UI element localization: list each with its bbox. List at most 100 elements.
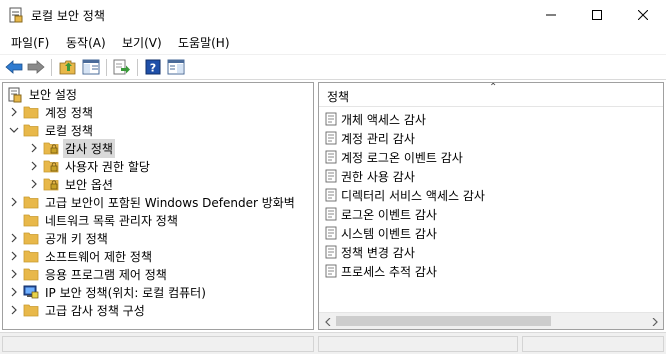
chevron-down-icon[interactable] — [9, 125, 19, 135]
sort-ascending-icon: ⌃ — [489, 82, 498, 93]
chevron-right-icon[interactable] — [29, 179, 39, 189]
menu-help[interactable]: 도움말(H) — [176, 34, 232, 51]
chevron-right-icon[interactable] — [9, 305, 19, 315]
toolbar-separator — [137, 59, 138, 76]
list-item[interactable]: 권한 사용 감사 — [325, 167, 415, 185]
list-item-label: 디렉터리 서비스 액세스 감사 — [341, 188, 485, 203]
tree-item-label: 감사 정책 — [63, 138, 115, 158]
locked-folder-icon — [43, 159, 59, 173]
tree-item[interactable]: 로컬 정책 — [9, 121, 95, 139]
tree-item[interactable]: 응용 프로그램 제어 정책 — [9, 265, 169, 283]
folder-icon — [23, 123, 39, 137]
column-header-policy[interactable]: ⌃ 정책 — [319, 83, 663, 107]
tree-root-label: 보안 설정 — [29, 87, 77, 102]
locked-folder-icon — [43, 141, 59, 155]
tree-item[interactable]: 소프트웨어 제한 정책 — [9, 247, 154, 265]
chevron-right-icon[interactable] — [9, 233, 19, 243]
status-pane-right — [522, 336, 664, 352]
up-folder-icon — [59, 59, 77, 78]
folder-icon — [23, 195, 39, 209]
tree-item-label: 공개 키 정책 — [45, 231, 108, 246]
help-button[interactable]: ? — [143, 58, 163, 78]
svg-text:?: ? — [150, 61, 156, 74]
forward-arrow-icon — [27, 59, 45, 77]
tree-item[interactable]: 네트워크 목록 관리자 정책 — [9, 211, 180, 229]
list-item-label: 정책 변경 감사 — [341, 245, 415, 260]
policy-icon — [325, 150, 337, 164]
menu-action[interactable]: 동작(A) — [64, 34, 108, 51]
chevron-right-icon[interactable] — [9, 287, 19, 297]
list-item-label: 계정 관리 감사 — [341, 131, 415, 146]
tree-item-label: 응용 프로그램 제어 정책 — [45, 267, 167, 282]
tree-item-label: 네트워크 목록 관리자 정책 — [45, 213, 178, 228]
chevron-right-icon[interactable] — [9, 197, 19, 207]
list-item-label: 프로세스 추적 감사 — [341, 264, 437, 279]
tree-item-label: 보안 옵션 — [65, 177, 113, 192]
list-item[interactable]: 프로세스 추적 감사 — [325, 262, 437, 280]
tree-item[interactable]: 고급 보안이 포함된 Windows Defender 방화벽 — [9, 193, 297, 211]
toolbar-separator — [106, 59, 107, 76]
window-title: 로컬 보안 정책 — [31, 9, 105, 23]
scroll-right-button[interactable] — [646, 313, 663, 329]
chevron-right-icon[interactable] — [9, 251, 19, 261]
folder-icon — [23, 303, 39, 317]
minimize-button[interactable] — [528, 0, 574, 31]
show-hide-tree-button[interactable] — [81, 58, 101, 78]
policy-icon — [325, 169, 337, 183]
list-item[interactable]: 계정 로그온 이벤트 감사 — [325, 148, 463, 166]
horizontal-scrollbar[interactable] — [319, 312, 663, 329]
tree-item[interactable]: 보안 옵션 — [29, 175, 115, 193]
chevron-right-icon[interactable] — [9, 107, 19, 117]
list-item[interactable]: 로그온 이벤트 감사 — [325, 205, 437, 223]
list-item[interactable]: 디렉터리 서비스 액세스 감사 — [325, 186, 485, 204]
tree-item-label: 고급 보안이 포함된 Windows Defender 방화벽 — [45, 195, 295, 210]
menu-view[interactable]: 보기(V) — [120, 34, 164, 51]
tree-item[interactable]: 사용자 권한 할당 — [29, 157, 152, 175]
scroll-thumb[interactable] — [336, 316, 551, 326]
policy-list-pane: ⌃ 정책 개체 액세스 감사계정 관리 감사계정 로그온 이벤트 감사권한 사용… — [318, 82, 664, 330]
list-item[interactable]: 계정 관리 감사 — [325, 129, 415, 147]
tree-item[interactable]: 고급 감사 정책 구성 — [9, 301, 147, 319]
up-one-level-button[interactable] — [58, 58, 78, 78]
security-settings-icon — [7, 87, 23, 103]
tree-item[interactable]: 감사 정책 — [29, 138, 115, 158]
minimize-icon — [546, 9, 556, 23]
properties-pane-button[interactable] — [166, 58, 186, 78]
scroll-left-button[interactable] — [319, 313, 336, 329]
tree-item-label: 소프트웨어 제한 정책 — [45, 249, 152, 264]
menu-bar: 파일(F) 동작(A) 보기(V) 도움말(H) — [0, 31, 666, 53]
export-list-icon — [113, 59, 131, 78]
chevron-right-icon[interactable] — [29, 161, 39, 171]
close-button[interactable] — [620, 0, 666, 31]
folder-icon — [23, 105, 39, 119]
status-bar — [0, 332, 666, 354]
tree-item[interactable]: 공개 키 정책 — [9, 229, 110, 247]
tree-item-label: IP 보안 정책(위치: 로컬 컴퓨터) — [45, 285, 206, 300]
back-button[interactable] — [4, 58, 24, 78]
policy-icon — [325, 131, 337, 145]
list-item[interactable]: 정책 변경 감사 — [325, 243, 415, 261]
maximize-button[interactable] — [574, 0, 620, 31]
locked-folder-icon — [43, 177, 59, 191]
list-item[interactable]: 개체 액세스 감사 — [325, 110, 426, 128]
list-item-label: 로그온 이벤트 감사 — [341, 207, 437, 222]
chevron-right-icon[interactable] — [9, 269, 19, 279]
menu-file[interactable]: 파일(F) — [9, 34, 51, 51]
toolbar: ? — [0, 54, 666, 80]
list-item[interactable]: 시스템 이벤트 감사 — [325, 224, 437, 242]
local-security-policy-icon — [9, 7, 23, 23]
export-list-button[interactable] — [112, 58, 132, 78]
tree-item-label: 사용자 권한 할당 — [65, 159, 150, 174]
folder-icon — [23, 213, 39, 227]
toolbar-separator — [51, 59, 52, 76]
list-item-label: 시스템 이벤트 감사 — [341, 226, 437, 241]
list-item-label: 권한 사용 감사 — [341, 169, 415, 184]
tree-item[interactable]: 계정 정책 — [9, 103, 95, 121]
tree-root[interactable]: 보안 설정 — [7, 85, 79, 103]
tree-item[interactable]: IP 보안 정책(위치: 로컬 컴퓨터) — [9, 283, 208, 301]
maximize-icon — [592, 9, 602, 23]
tree-item-label: 고급 감사 정책 구성 — [45, 303, 145, 318]
forward-button[interactable] — [26, 58, 46, 78]
chevron-right-icon[interactable] — [29, 143, 39, 153]
